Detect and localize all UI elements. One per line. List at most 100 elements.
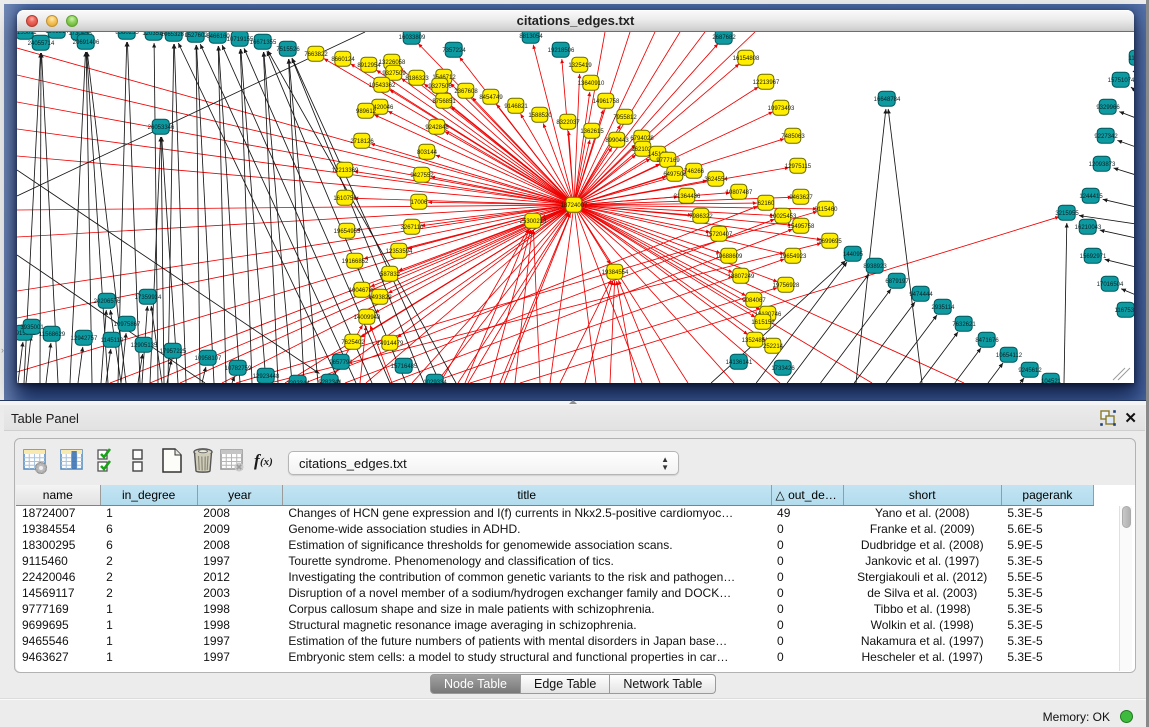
svg-text:17016504: 17016504 [1097, 282, 1124, 288]
svg-text:8322037: 8322037 [556, 120, 580, 126]
svg-text:16033809: 16033809 [399, 35, 426, 41]
svg-text:9146821: 9146821 [504, 104, 528, 110]
svg-text:7663822: 7663822 [304, 52, 328, 58]
svg-text:9329966: 9329966 [1096, 105, 1120, 111]
svg-text:(x): (x) [260, 456, 273, 468]
svg-text:16671355: 16671355 [250, 40, 277, 46]
svg-text:12093873: 12093873 [1089, 162, 1116, 168]
svg-text:10543362: 10543362 [369, 83, 396, 89]
svg-text:16154808: 16154808 [733, 56, 760, 62]
svg-text:1733426: 1733426 [771, 366, 795, 372]
svg-text:19166852: 19166852 [342, 259, 369, 265]
svg-text:2935114: 2935114 [932, 305, 956, 311]
svg-text:10958107: 10958107 [195, 356, 222, 362]
svg-text:10973493: 10973493 [768, 106, 795, 112]
svg-text:803144: 803144 [417, 150, 438, 156]
svg-text:19218506: 19218506 [548, 48, 575, 54]
svg-text:989612: 989612 [356, 109, 377, 115]
svg-text:1610756: 1610756 [333, 196, 357, 202]
svg-text:12213967: 12213967 [753, 80, 780, 86]
svg-text:15716485: 15716485 [391, 364, 418, 370]
svg-text:9242848: 9242848 [425, 125, 449, 131]
svg-text:1145110: 1145110 [101, 338, 124, 344]
svg-text:8813054: 8813054 [519, 34, 543, 40]
svg-text:24055714: 24055714 [28, 41, 55, 47]
svg-text:20691406: 20691406 [73, 40, 100, 46]
svg-text:15495758: 15495758 [788, 224, 815, 230]
svg-text:1292344: 1292344 [286, 381, 310, 383]
svg-text:9227342: 9227342 [1094, 134, 1118, 140]
svg-text:18807249: 18807249 [728, 274, 755, 280]
svg-text:1615152: 1615152 [751, 320, 775, 326]
svg-text:2367608: 2367608 [454, 89, 478, 95]
svg-text:26053346: 26053346 [148, 125, 175, 131]
svg-text:9327506: 9327506 [428, 84, 452, 90]
svg-text:9282341: 9282341 [318, 380, 342, 383]
svg-text:746266: 746266 [684, 169, 705, 175]
svg-text:9474444: 9474444 [909, 292, 933, 298]
svg-text:7515526: 7515526 [276, 47, 300, 53]
svg-text:10654112: 10654112 [996, 353, 1023, 359]
svg-text:252214: 252214 [763, 344, 784, 350]
svg-text:12975115: 12975115 [785, 164, 812, 170]
svg-text:21364436: 21364436 [674, 194, 701, 200]
svg-text:1325419: 1325419 [568, 63, 592, 69]
svg-text:8454749: 8454749 [479, 95, 503, 101]
svg-text:7955812: 7955812 [613, 115, 637, 121]
svg-text:17359934: 17359934 [135, 295, 162, 301]
svg-text:15720407: 15720407 [706, 232, 733, 238]
svg-text:144095: 144095 [843, 252, 864, 258]
svg-text:19654923: 19654923 [780, 254, 807, 260]
svg-text:104521: 104521 [1041, 379, 1062, 383]
svg-text:14009948: 14009948 [354, 315, 381, 321]
svg-text:1905514: 1905514 [45, 32, 69, 35]
svg-text:9245612: 9245612 [1018, 368, 1042, 374]
svg-text:8990443: 8990443 [605, 138, 629, 144]
svg-text:1029334: 1029334 [423, 380, 447, 383]
svg-text:19384554: 19384554 [602, 270, 629, 276]
svg-text:3935001: 3935001 [20, 325, 44, 331]
svg-text:17957225: 17957225 [160, 349, 187, 355]
svg-text:15692971: 15692971 [1080, 254, 1107, 260]
svg-text:3267110: 3267110 [401, 225, 425, 231]
svg-text:2718126: 2718126 [350, 139, 374, 145]
svg-text:8660124: 8660124 [331, 57, 355, 63]
svg-text:1493822: 1493822 [368, 295, 392, 301]
svg-text:2687682: 2687682 [712, 35, 736, 41]
svg-text:19756928: 19756928 [773, 283, 800, 289]
svg-text:14914479: 14914479 [377, 341, 404, 347]
svg-text:8756851: 8756851 [432, 99, 456, 105]
svg-text:9427552: 9427552 [410, 173, 434, 179]
svg-text:111245: 111245 [1128, 56, 1134, 62]
svg-text:9115460: 9115460 [815, 207, 839, 213]
svg-text:19654955: 19654955 [334, 229, 361, 235]
svg-text:17006: 17006 [411, 200, 428, 206]
svg-text:62160: 62160 [758, 201, 775, 207]
svg-text:1167533: 1167533 [1115, 308, 1134, 314]
svg-text:1362615: 1362615 [580, 129, 604, 135]
svg-text:15751074: 15751074 [1108, 78, 1134, 84]
svg-text:9657791: 9657791 [329, 360, 353, 366]
svg-text:1244415: 1244415 [1079, 194, 1103, 200]
svg-text:18724007: 18724007 [561, 203, 588, 209]
svg-text:8186323: 8186323 [405, 76, 429, 82]
svg-text:1527602: 1527602 [184, 33, 208, 39]
svg-text:3624554: 3624554 [704, 177, 728, 183]
svg-text:3215955: 3215955 [1055, 211, 1079, 217]
svg-text:7625402: 7625402 [341, 340, 365, 346]
svg-text:9084067: 9084067 [742, 298, 766, 304]
svg-text:9463627: 9463627 [789, 195, 813, 201]
svg-text:7632621: 7632621 [952, 322, 976, 328]
svg-text:1588520: 1588520 [528, 113, 552, 119]
svg-text:7986322: 7986322 [689, 214, 713, 220]
svg-text:14136141: 14136141 [726, 360, 753, 366]
svg-text:10782759: 10782759 [225, 366, 252, 372]
svg-text:12942757: 12942757 [71, 336, 98, 342]
svg-text:9777169: 9777169 [656, 158, 680, 164]
svg-text:587832: 587832 [380, 272, 401, 278]
svg-text:10688609: 10688609 [716, 254, 743, 260]
svg-text:16648784: 16648784 [874, 97, 901, 103]
svg-text:12905135: 12905135 [131, 343, 158, 349]
svg-text:12353594: 12353594 [386, 249, 413, 255]
svg-text:10807487: 10807487 [726, 190, 753, 196]
